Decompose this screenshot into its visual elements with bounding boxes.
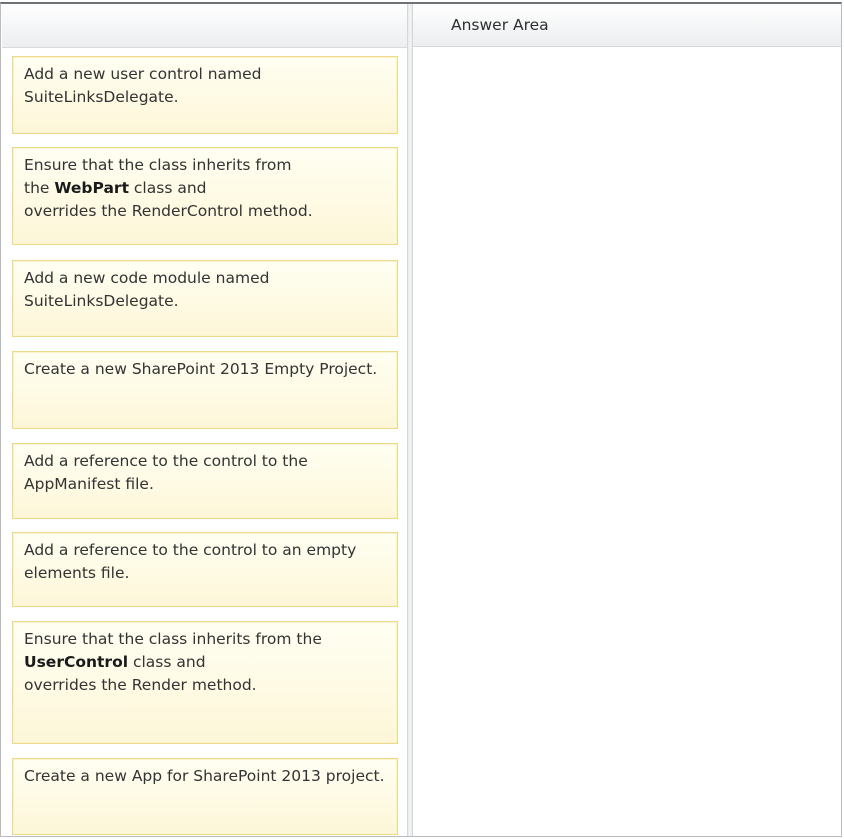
option-card-inherit-webpart[interactable]: Ensure that the class inherits from the … <box>12 147 398 245</box>
option-text-bold: UserControl <box>24 653 129 671</box>
options-panel: Add a new user control named SuiteLinksD… <box>2 4 407 836</box>
option-card-inherit-usercontrol[interactable]: Ensure that the class inherits from the … <box>12 621 398 744</box>
option-text: Add a reference to the control to the Ap… <box>24 452 308 493</box>
option-card-app-for-sharepoint[interactable]: Create a new App for SharePoint 2013 pro… <box>12 758 398 835</box>
option-text-line-1: Ensure that the class inherits from the <box>24 630 322 648</box>
option-text-line-3: overrides the RenderControl method. <box>24 202 313 220</box>
option-card-add-code-module[interactable]: Add a new code module named SuiteLinksDe… <box>12 260 398 337</box>
option-card-reference-appmanifest[interactable]: Add a reference to the control to the Ap… <box>12 443 398 519</box>
option-card-add-user-control[interactable]: Add a new user control named SuiteLinksD… <box>12 56 398 134</box>
option-text: Add a reference to the control to an emp… <box>24 541 357 582</box>
option-text: Create a new SharePoint 2013 Empty Proje… <box>24 360 378 378</box>
option-text: Create a new App for SharePoint 2013 pro… <box>24 767 385 785</box>
options-header <box>2 4 407 48</box>
option-text: Add a new code module named SuiteLinksDe… <box>24 269 270 310</box>
option-text-line-2: the WebPart class and <box>24 179 207 197</box>
option-card-sharepoint-empty-project[interactable]: Create a new SharePoint 2013 Empty Proje… <box>12 351 398 429</box>
answer-area-title: Answer Area <box>413 4 841 47</box>
drag-drop-question: Add a new user control named SuiteLinksD… <box>0 2 842 837</box>
option-text-line-1: Ensure that the class inherits from <box>24 156 292 174</box>
option-text-line-2: UserControl class and <box>24 653 206 671</box>
option-text: Add a new user control named SuiteLinksD… <box>24 65 262 106</box>
answer-area-panel[interactable]: Answer Area <box>413 4 841 836</box>
option-text-bold: WebPart <box>54 179 129 197</box>
option-text-line-3: overrides the Render method. <box>24 676 257 694</box>
option-card-reference-elements-file[interactable]: Add a reference to the control to an emp… <box>12 532 398 607</box>
